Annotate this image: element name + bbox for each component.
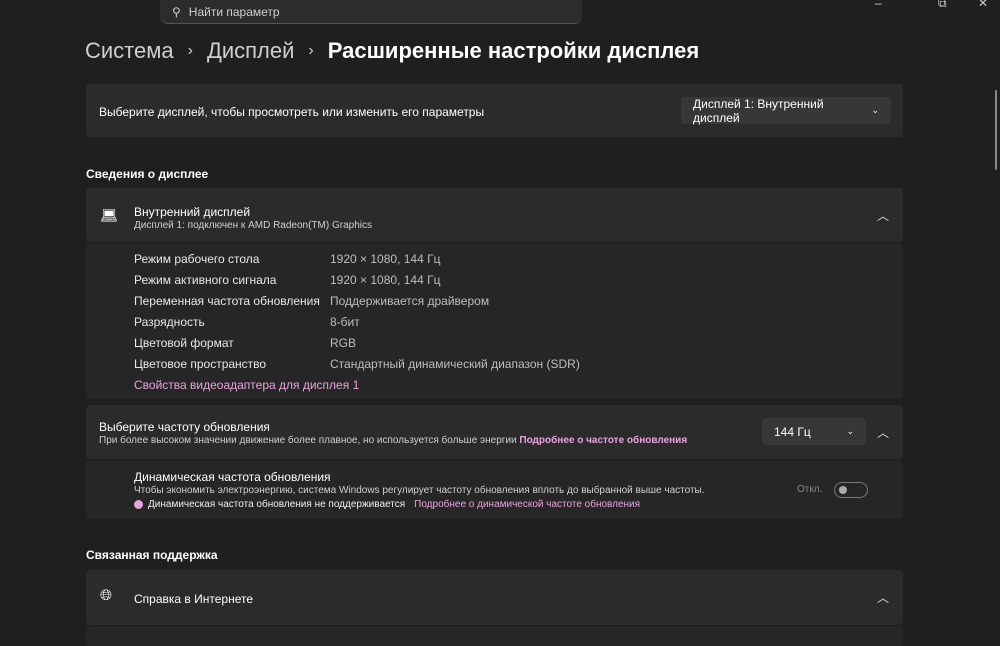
refresh-title: Выберите частоту обновления — [99, 420, 270, 434]
toggle-label: Откл. — [797, 484, 823, 495]
info-key: Разрядность — [134, 314, 205, 329]
dynamic-refresh-title: Динамическая частота обновления — [134, 470, 331, 484]
info-value: 1920 × 1080, 144 Гц — [330, 272, 441, 287]
info-key: Режим активного сигнала — [134, 272, 277, 287]
refresh-rate-card: Выберите частоту обновления При более вы… — [86, 405, 903, 459]
info-row: Цветовой формат RGB — [134, 332, 903, 353]
online-help-card[interactable]: 🌐︎ Справка в Интернете ︿ — [86, 570, 903, 625]
info-row: Разрядность 8-бит — [134, 311, 903, 332]
dynamic-unsupported-text: Динамическая частота обновления не подде… — [148, 499, 406, 510]
info-key: Цветовое пространство — [134, 356, 267, 371]
info-value: Стандартный динамический диапазон (SDR) — [330, 356, 580, 371]
info-value: RGB — [330, 335, 357, 350]
info-row: Режим активного сигнала 1920 × 1080, 144 … — [134, 269, 903, 290]
info-row: Режим рабочего стола 1920 × 1080, 144 Гц — [134, 248, 903, 269]
breadcrumb-system[interactable]: Система — [85, 38, 174, 64]
chevron-up-icon[interactable]: ︿ — [877, 207, 889, 224]
dynamic-refresh-toggle[interactable] — [834, 482, 868, 498]
dynamic-refresh-card: Динамическая частота обновления Чтобы эк… — [86, 460, 903, 519]
chevron-up-icon[interactable]: ︿ — [877, 424, 889, 441]
section-title: Связанная поддержка — [86, 548, 218, 562]
laptop-icon: 💻︎ — [100, 207, 118, 223]
breadcrumb: Система › Дисплей › Расширенные настройки … — [85, 38, 699, 64]
display-info-header[interactable]: 💻︎ Внутренний дисплей Дисплей 1: подключ… — [86, 188, 903, 242]
info-value: 1920 × 1080, 144 Гц — [330, 251, 441, 266]
info-value: Поддерживается драйвером — [330, 293, 490, 308]
close-button[interactable]: ✕ — [978, 0, 988, 10]
display-info-details: Режим рабочего стола 1920 × 1080, 144 Гц Р… — [86, 243, 903, 399]
dynamic-learn-more-link[interactable]: Подробнее о динамической частоте обновле… — [414, 499, 640, 510]
minimize-button[interactable]: – — [875, 0, 882, 10]
display-dropdown-value: Дисплей 1: Внутренний дисплей — [693, 96, 824, 125]
info-key: Переменная частота обновления — [134, 293, 320, 308]
online-help-details — [86, 626, 903, 646]
display-subtitle: Дисплей 1: подключен к AMD Radeon(TM) Gr… — [134, 220, 372, 231]
chevron-down-icon: ⌄ — [846, 426, 854, 436]
chevron-down-icon: ⌄ — [871, 105, 879, 115]
refresh-desc: При более высоком значении движение боле… — [99, 435, 517, 446]
search-input[interactable]: ⚲ Найти параметр — [160, 0, 582, 24]
breadcrumb-display[interactable]: Дисплей — [207, 38, 294, 64]
chevron-right-icon: › — [187, 42, 193, 59]
info-key: Режим рабочего стола — [134, 251, 260, 266]
warning-icon — [134, 500, 143, 509]
globe-icon: 🌐︎ — [100, 587, 113, 604]
refresh-rate-value: 144 Гц — [774, 424, 811, 439]
section-title: Сведения о дисплее — [86, 167, 209, 181]
display-select-card: Выберите дисплей, чтобы просмотреть или … — [86, 84, 903, 137]
chevron-up-icon[interactable]: ︿ — [877, 589, 889, 606]
display-name: Внутренний дисплей — [134, 205, 251, 219]
restore-button[interactable]: ⧉ — [938, 0, 947, 11]
display-select-label: Выберите дисплей, чтобы просмотреть или … — [99, 105, 485, 119]
info-value: 8-бит — [330, 314, 360, 329]
refresh-learn-more-link[interactable]: Подробнее о частоте обновления — [519, 435, 687, 446]
display-dropdown[interactable]: Дисплей 1: Внутренний дисплей ⌄ — [681, 96, 891, 125]
info-row: Цветовое пространство Стандартный динамич… — [134, 353, 903, 374]
refresh-rate-dropdown[interactable]: 144 Гц ⌄ — [762, 418, 866, 445]
dynamic-refresh-desc: Чтобы экономить электроэнергию, система … — [134, 485, 705, 496]
search-icon: ⚲ — [172, 4, 181, 19]
info-key: Цветовой формат — [134, 335, 234, 350]
online-help-label: Справка в Интернете — [134, 592, 254, 606]
adapter-properties-link[interactable]: Свойства видеоадаптера для дисплея 1 — [134, 374, 903, 395]
info-row: Переменная частота обновления Поддерживае… — [134, 290, 903, 311]
chevron-right-icon: › — [308, 42, 314, 59]
page-title: Расширенные настройки дисплея — [327, 38, 700, 63]
scrollbar[interactable] — [995, 90, 997, 170]
